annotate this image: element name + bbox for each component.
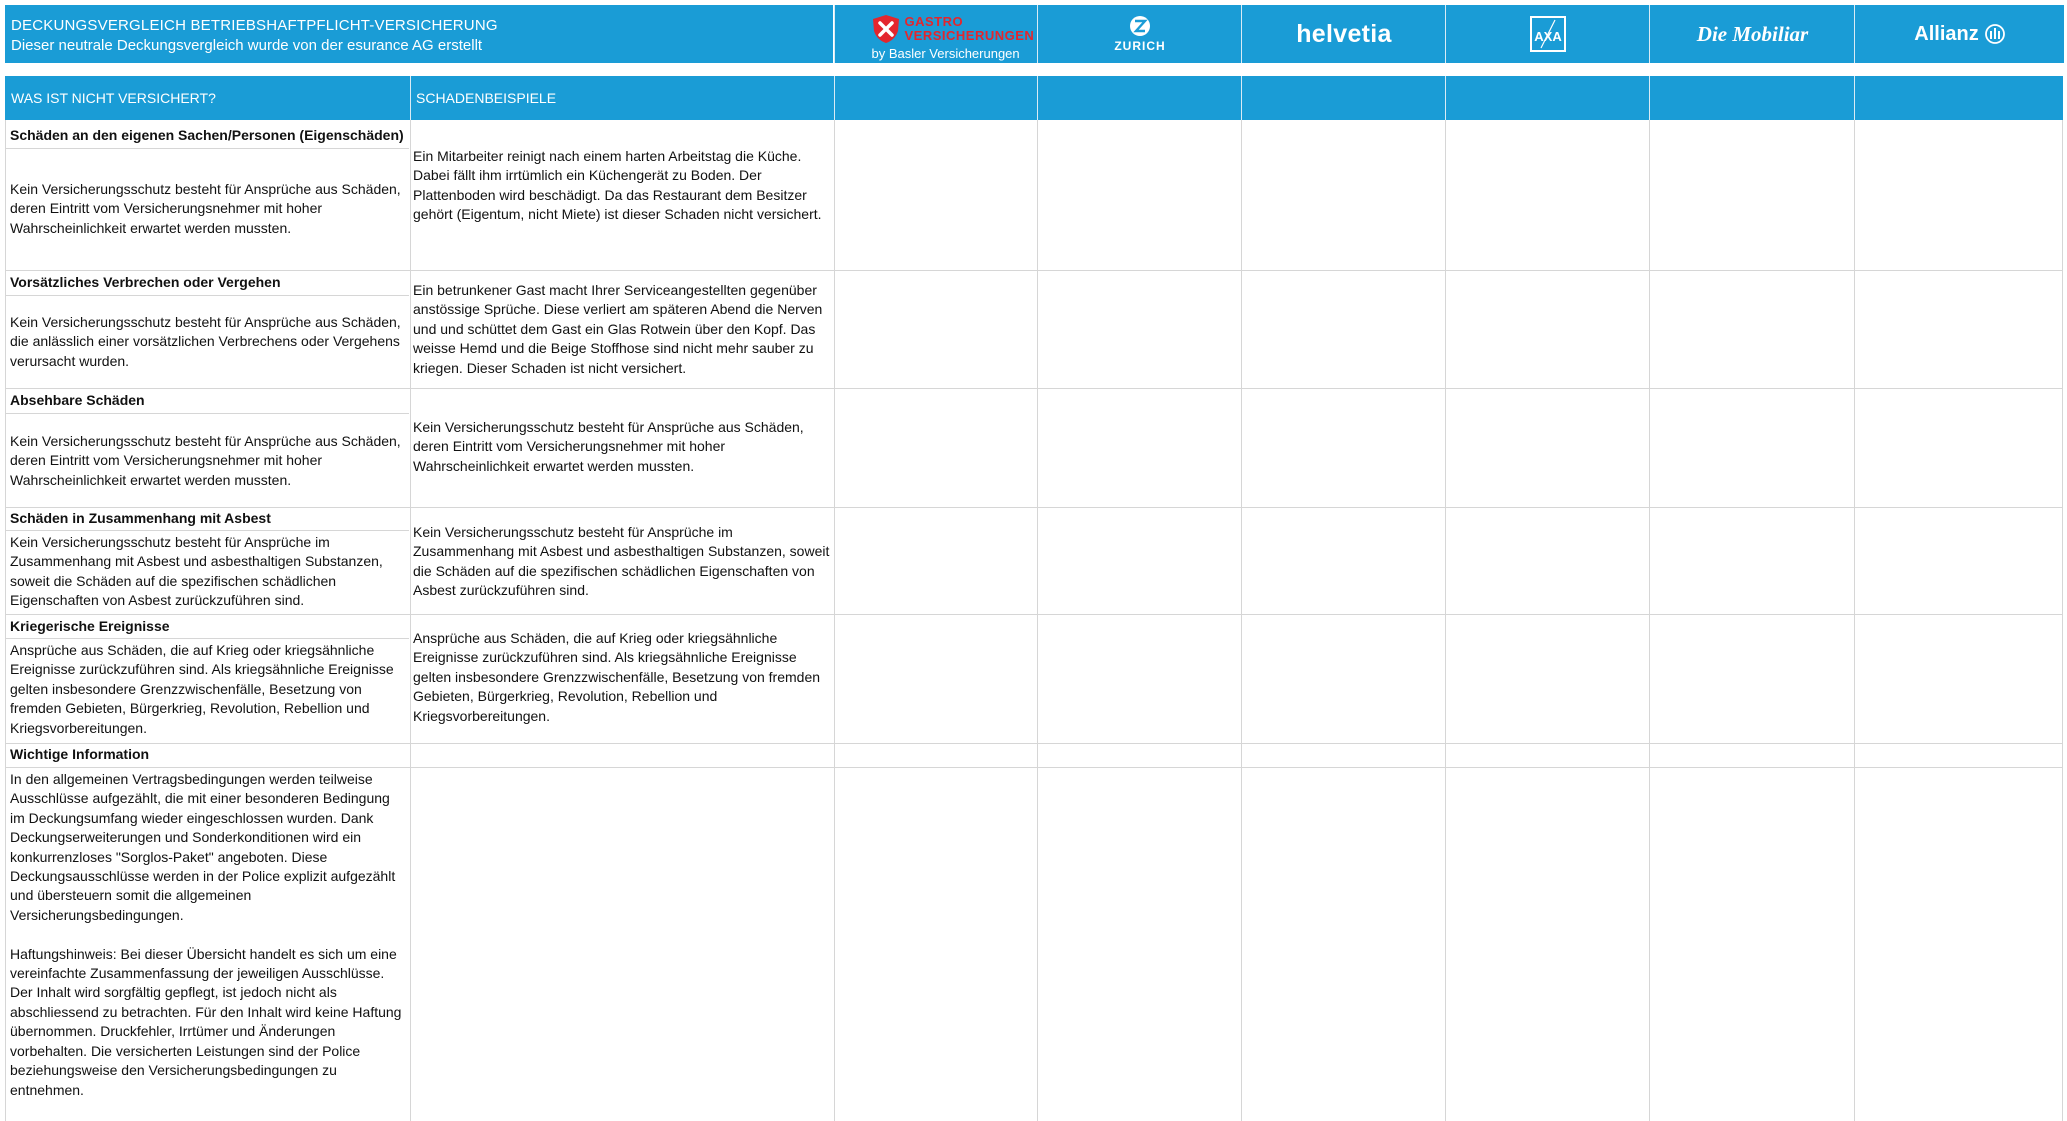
gastro-tagline: by Basler Versicherungen	[871, 46, 1020, 61]
allianz-logo-text: Allianz	[1914, 22, 1979, 45]
title-separator	[5, 413, 409, 414]
title-separator	[5, 530, 409, 531]
row-description: Kein Versicherungsschutz besteht für Ans…	[10, 314, 401, 369]
row-separator	[5, 767, 2063, 768]
row-description: Ansprüche aus Schäden, die auf Krieg ode…	[10, 642, 394, 736]
title-separator	[5, 295, 409, 296]
row-example: Kein Versicherungsschutz besteht für Ans…	[413, 524, 830, 599]
gastro-logo-line2: VERSICHERUNGEN	[904, 28, 1035, 43]
row-title: Absehbare Schäden	[10, 392, 145, 408]
row-separator	[5, 388, 2063, 389]
row-separator	[5, 743, 2063, 744]
row-title: Vorsätzliches Verbrechen oder Vergehen	[10, 274, 281, 290]
helvetia-logo: helvetia	[1296, 19, 1392, 48]
column-divider	[1649, 76, 1650, 120]
column-header-bar: WAS IST NICHT VERSICHERT? SCHADENBEISPIE…	[5, 76, 2063, 120]
cross-shield-icon	[872, 15, 899, 43]
title-separator	[5, 638, 409, 639]
column-header-examples: SCHADENBEISPIELE	[416, 90, 557, 106]
page-subtitle: Dieser neutrale Deckungsvergleich wurde …	[11, 37, 483, 54]
axa-logo-icon: AXA	[1530, 16, 1566, 52]
column-divider	[1445, 76, 1446, 120]
row-separator	[5, 507, 2063, 508]
gastro-logo-line1: GASTRO	[904, 14, 964, 29]
insurer-header-zurich: ZURICH	[1037, 5, 1242, 63]
row-description: Kein Versicherungsschutz besteht für Ans…	[10, 181, 401, 236]
row-title: Kriegerische Ereignisse	[10, 618, 170, 634]
column-divider	[410, 76, 411, 120]
row-description: In den allgemeinen Vertragsbedingungen w…	[10, 771, 402, 1098]
axa-logo-text: AXA	[1534, 29, 1562, 44]
row-title: Schäden an den eigenen Sachen/Personen (…	[10, 127, 404, 143]
zurich-logo-text: ZURICH	[1114, 39, 1166, 53]
title-separator	[5, 148, 409, 149]
row-separator	[5, 270, 2063, 271]
row-description: Kein Versicherungsschutz besteht für Ans…	[10, 433, 401, 488]
row-example: Kein Versicherungsschutz besteht für Ans…	[413, 419, 804, 474]
row-example: Ein betrunkener Gast macht Ihrer Service…	[413, 282, 823, 376]
allianz-logo-icon	[1984, 24, 2005, 44]
header-title-block: DECKUNGSVERGLEICH BETRIEBSHAFTPFLICHT-VE…	[5, 5, 833, 63]
column-divider	[1037, 76, 1038, 120]
row-separator	[5, 614, 2063, 615]
column-divider	[834, 76, 835, 120]
row-example: Ein Mitarbeiter reinigt nach einem harte…	[413, 148, 822, 223]
page-title: DECKUNGSVERGLEICH BETRIEBSHAFTPFLICHT-VE…	[11, 17, 498, 34]
insurer-header-allianz: Allianz	[1854, 5, 2064, 63]
column-divider	[1241, 76, 1242, 120]
insurer-header-axa: AXA	[1445, 5, 1650, 63]
zurich-logo-icon	[1129, 16, 1150, 36]
row-description: Kein Versicherungsschutz besteht für Ans…	[10, 534, 383, 609]
column-divider	[1854, 76, 1855, 120]
row-title: Schäden in Zusammenhang mit Asbest	[10, 510, 271, 526]
insurer-header-helvetia: helvetia	[1241, 5, 1446, 63]
mobiliar-logo: Die Mobiliar	[1696, 21, 1809, 46]
row-title: Wichtige Information	[10, 746, 150, 762]
row-example: Ansprüche aus Schäden, die auf Krieg ode…	[413, 630, 821, 724]
insurer-header-mobiliar: Die Mobiliar	[1649, 5, 1855, 63]
insurer-header-gastro: GASTRO VERSICHERUNGEN by Basler Versiche…	[834, 5, 1038, 63]
column-header-exclusions: WAS IST NICHT VERSICHERT?	[11, 90, 216, 106]
